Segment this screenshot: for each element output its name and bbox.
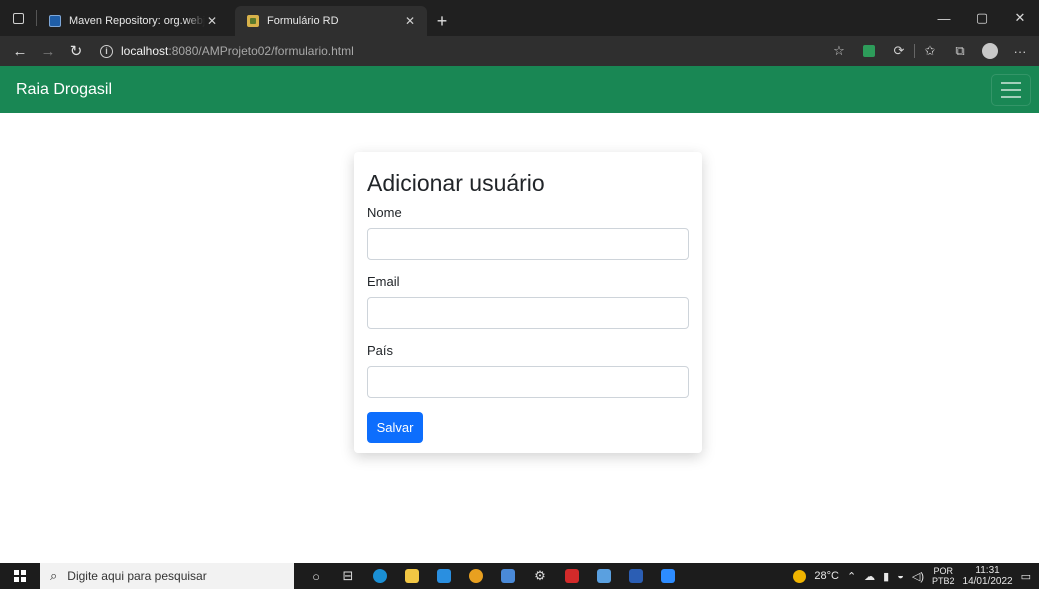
clock-time: 11:31 xyxy=(975,565,1000,576)
zoom-icon[interactable] xyxy=(654,565,682,587)
country-label: País xyxy=(367,343,394,358)
tab-maven-repository[interactable]: Maven Repository: org.webjars » ✕ xyxy=(37,6,229,36)
language-code: POR xyxy=(933,566,954,576)
forward-button[interactable]: → xyxy=(34,37,62,65)
navbar-brand[interactable]: Raia Drogasil xyxy=(16,81,112,99)
name-input[interactable] xyxy=(367,228,689,260)
profile-avatar[interactable] xyxy=(975,37,1005,65)
reload-button[interactable]: ↻ xyxy=(62,37,90,65)
browser-address-bar: ← → ↻ i localhost:8080/AMProjeto02/formu… xyxy=(0,36,1039,66)
form-title: Adicionar usuário xyxy=(367,170,545,196)
cortana-icon[interactable]: ○ xyxy=(302,565,330,587)
notifications-icon[interactable]: ▭ xyxy=(1021,570,1031,583)
url-host: localhost xyxy=(121,44,169,58)
language-indicator[interactable]: POR PTB2 xyxy=(932,566,955,586)
volume-icon[interactable]: ◁) xyxy=(912,570,924,583)
add-favorite-icon[interactable]: ☆ xyxy=(824,37,854,65)
country-input[interactable] xyxy=(367,366,689,398)
system-tray: 28°C ⌃ ☁ ▮ ◒ ◁) POR PTB2 11:31 14/01/202… xyxy=(793,565,1039,587)
taskbar-search-field[interactable]: ⌕ Digite aqui para pesquisar xyxy=(40,563,294,589)
edge-icon[interactable] xyxy=(366,565,394,587)
vscode-icon[interactable] xyxy=(430,565,458,587)
acrobat-icon[interactable] xyxy=(558,565,586,587)
close-window-icon[interactable]: ✕ xyxy=(1001,10,1039,26)
taskbar-apps: ○ ⊟ ⚙ xyxy=(302,565,682,587)
battery-icon[interactable]: ▮ xyxy=(883,570,889,583)
email-label: Email xyxy=(367,274,400,289)
close-icon[interactable]: ✕ xyxy=(403,14,417,28)
user-form-card: Adicionar usuário Nome Email País Salvar xyxy=(354,152,702,453)
file-explorer-icon[interactable] xyxy=(398,565,426,587)
browser-toolbar: ☆ ⟳ ✩ ⧉ ··· xyxy=(824,37,1039,65)
restore-icon[interactable]: ▢ xyxy=(963,10,1001,26)
word-icon[interactable] xyxy=(622,565,650,587)
windows-taskbar: ⌕ Digite aqui para pesquisar ○ ⊟ ⚙ 28°C … xyxy=(0,563,1039,589)
url-path: :8080/AMProjeto02/formulario.html xyxy=(168,44,354,58)
tab-actions-icon[interactable] xyxy=(0,0,36,36)
browser-tab-bar: Maven Repository: org.webjars » ✕ Formul… xyxy=(0,0,1039,36)
maven-favicon-icon xyxy=(49,15,61,27)
weather-icon[interactable] xyxy=(793,569,807,583)
git-icon[interactable] xyxy=(590,565,618,587)
save-button[interactable]: Salvar xyxy=(367,412,423,443)
new-tab-button[interactable]: + xyxy=(427,6,457,36)
windows-logo-icon xyxy=(14,570,26,582)
weather-temperature[interactable]: 28°C xyxy=(814,570,839,582)
info-icon[interactable]: i xyxy=(100,44,113,58)
tab-title: Formulário RD xyxy=(267,15,339,27)
email-input[interactable] xyxy=(367,297,689,329)
onedrive-icon[interactable]: ☁ xyxy=(864,570,875,583)
search-icon: ⌕ xyxy=(50,568,58,583)
refresh-extension-icon[interactable]: ⟳ xyxy=(884,37,914,65)
name-label: Nome xyxy=(367,205,402,220)
network-icon[interactable]: ◒ xyxy=(897,570,904,582)
collections-icon[interactable]: ⧉ xyxy=(945,37,975,65)
close-icon[interactable]: ✕ xyxy=(205,14,219,28)
back-button[interactable]: ← xyxy=(6,37,34,65)
chevron-up-icon[interactable]: ⌃ xyxy=(847,570,856,583)
settings-icon[interactable]: ⚙ xyxy=(526,565,554,587)
tab-title: Maven Repository: org.webjars » xyxy=(69,15,205,27)
start-button[interactable] xyxy=(0,563,40,589)
clock[interactable]: 11:31 14/01/2022 xyxy=(963,565,1013,587)
country-group: País xyxy=(367,343,689,398)
site-navbar: Raia Drogasil xyxy=(0,66,1039,113)
navbar-toggler-button[interactable] xyxy=(991,74,1031,106)
rd-favicon-icon xyxy=(247,15,259,27)
minimize-icon[interactable]: — xyxy=(925,11,963,26)
favorites-icon[interactable]: ✩ xyxy=(915,37,945,65)
name-group: Nome xyxy=(367,205,689,260)
page-content: Adicionar usuário Nome Email País Salvar xyxy=(0,113,1039,545)
clock-date: 14/01/2022 xyxy=(962,576,1013,587)
url-field[interactable]: i localhost:8080/AMProjeto02/formulario.… xyxy=(100,39,800,63)
app-icon[interactable] xyxy=(494,565,522,587)
chrome-icon[interactable] xyxy=(462,565,490,587)
tab-formulario-rd[interactable]: Formulário RD ✕ xyxy=(235,6,427,36)
hamburger-icon xyxy=(1001,82,1021,84)
email-group: Email xyxy=(367,274,689,329)
keyboard-layout: PTB2 xyxy=(932,576,955,586)
task-view-icon[interactable]: ⊟ xyxy=(334,565,362,587)
search-placeholder: Digite aqui para pesquisar xyxy=(67,569,207,583)
extension-icon[interactable] xyxy=(854,37,884,65)
more-icon[interactable]: ··· xyxy=(1005,37,1035,65)
window-controls: — ▢ ✕ xyxy=(925,0,1039,36)
